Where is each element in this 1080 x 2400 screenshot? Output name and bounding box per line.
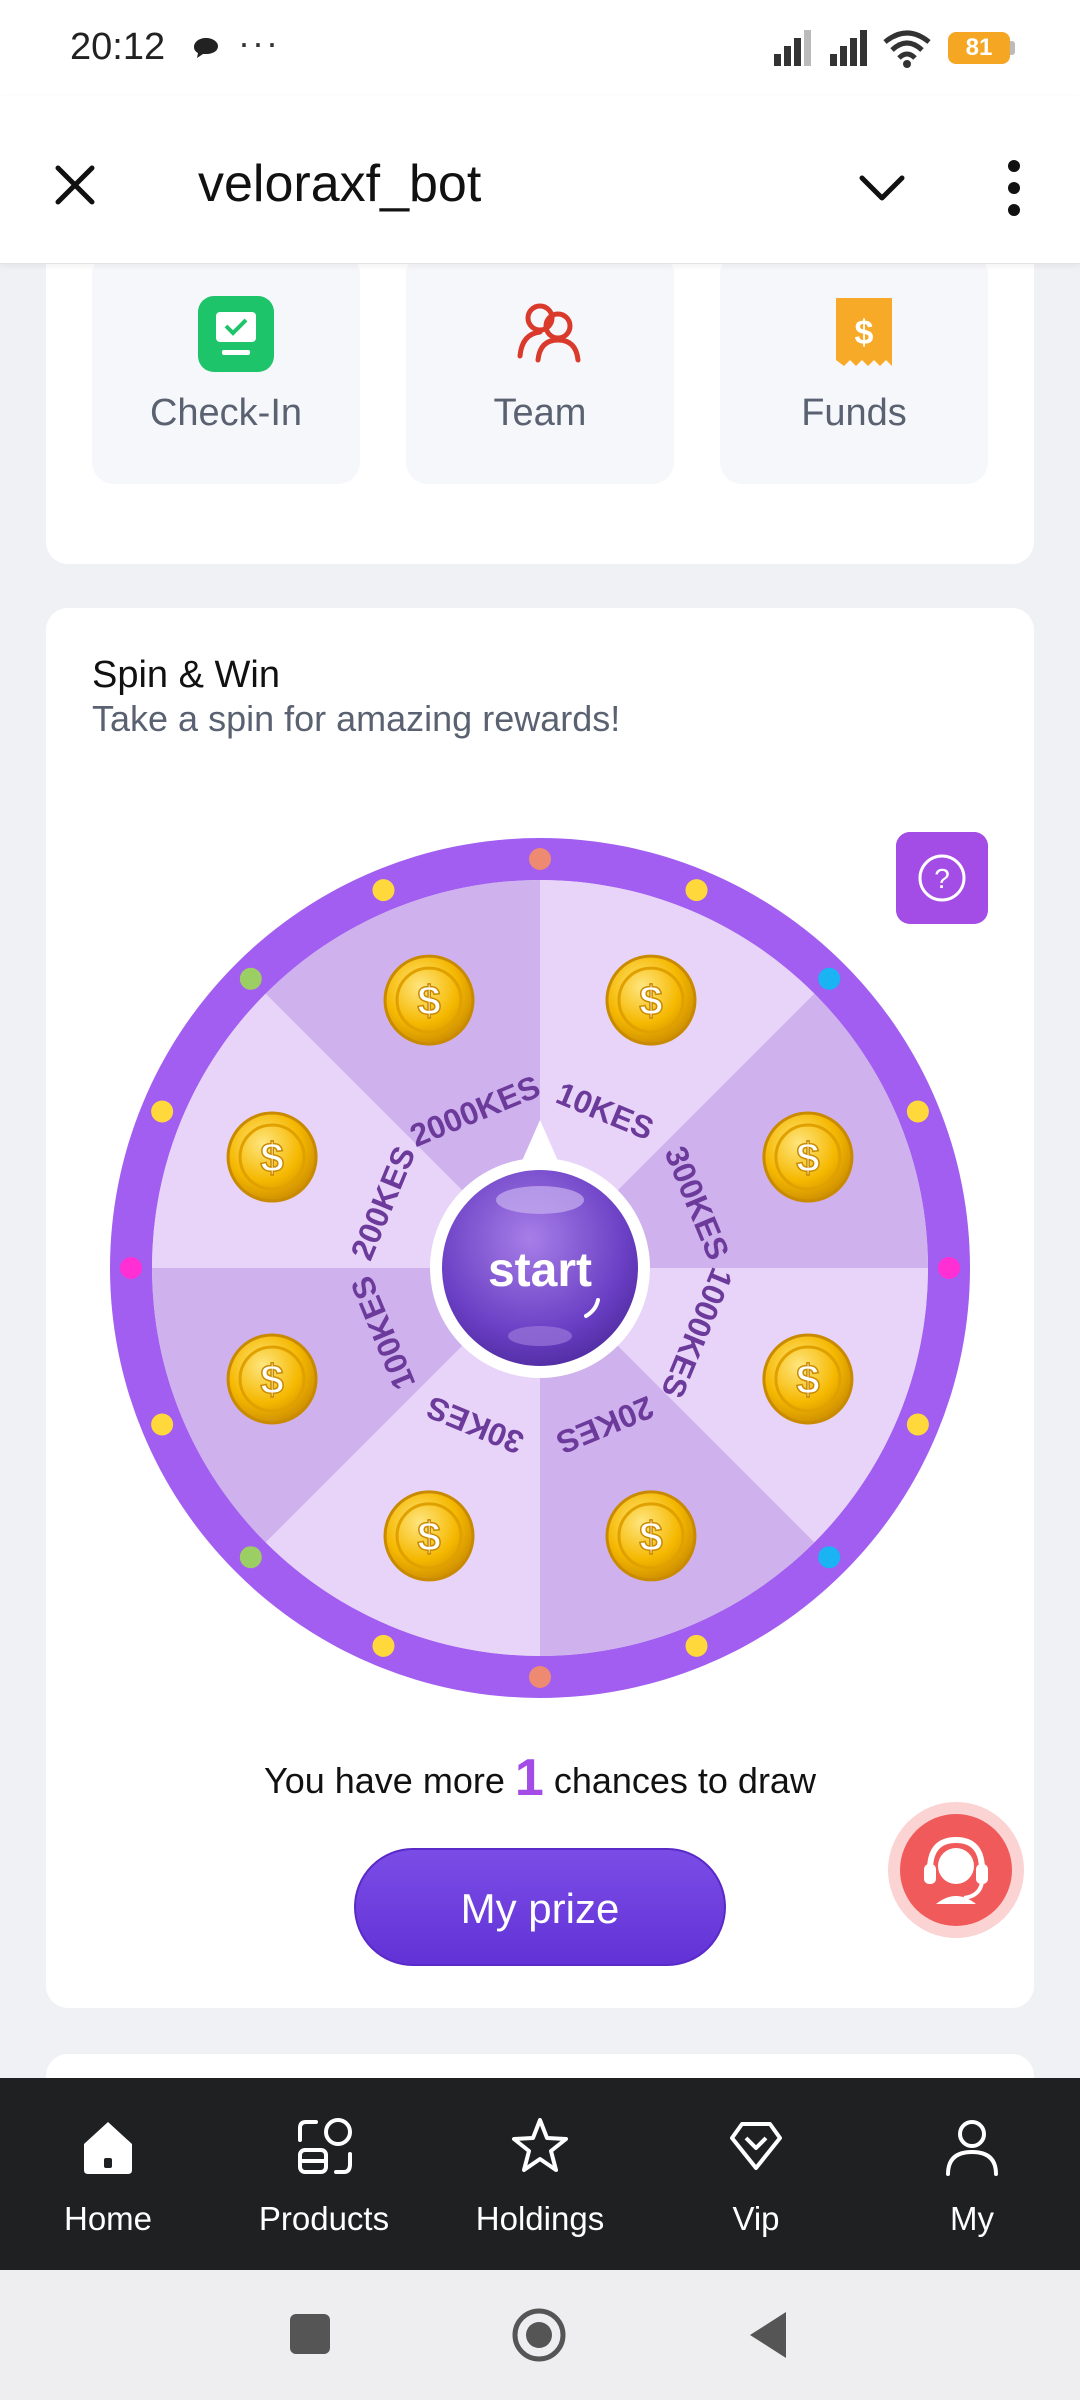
page-title: veloraxf_bot xyxy=(198,155,482,213)
close-icon[interactable] xyxy=(44,154,106,216)
spin-subtitle: Take a spin for amazing rewards! xyxy=(92,698,621,739)
svg-text:$: $ xyxy=(639,1513,662,1560)
nav-home[interactable]: Home xyxy=(0,2078,216,2270)
rim-light xyxy=(685,879,708,902)
coin-icon: $ xyxy=(383,1490,475,1582)
recents-button[interactable] xyxy=(290,2314,330,2354)
rim-light xyxy=(239,1546,262,1569)
user-icon xyxy=(946,2120,998,2176)
rim-light xyxy=(906,1100,929,1123)
nav-home-label: Home xyxy=(63,2200,153,2237)
status-more-dots: ··· xyxy=(238,22,280,63)
funds-label: Funds xyxy=(801,392,907,434)
nav-my-label: My xyxy=(950,2200,994,2237)
products-icon xyxy=(298,2118,352,2174)
system-nav xyxy=(0,2270,1080,2400)
svg-text:$: $ xyxy=(796,1356,819,1403)
nav-my[interactable]: My xyxy=(864,2078,1080,2270)
nav-products[interactable]: Products xyxy=(216,2078,432,2270)
home-button[interactable] xyxy=(510,2306,568,2364)
coin-icon: $ xyxy=(762,1333,854,1425)
battery-indicator: 81 xyxy=(948,32,1010,64)
status-bar: 20:12 ··· 81 xyxy=(0,0,1080,96)
coin-icon: $ xyxy=(605,1490,697,1582)
support-button[interactable] xyxy=(888,1802,1024,1938)
rim-light xyxy=(906,1413,929,1436)
signal-icon xyxy=(830,30,867,66)
back-button[interactable] xyxy=(746,2308,790,2362)
prize-wheel[interactable]: $$$$$$$$ 10KES300KES1000KES20KES30KES100… xyxy=(110,838,970,1698)
status-time: 20:12 xyxy=(70,26,166,68)
svg-text:$: $ xyxy=(639,977,662,1024)
wifi-icon xyxy=(883,30,931,68)
svg-text:$: $ xyxy=(417,1513,440,1560)
rim-light xyxy=(818,1546,841,1569)
rim-light xyxy=(529,848,551,870)
coin-icon: $ xyxy=(226,1111,318,1203)
star-icon xyxy=(512,2118,568,2172)
funds-button[interactable]: $ Funds xyxy=(720,264,988,484)
coin-icon: $ xyxy=(383,954,475,1046)
team-icon xyxy=(517,303,581,363)
team-button[interactable]: Team xyxy=(406,264,674,484)
app-header: veloraxf_bot xyxy=(0,96,1080,264)
nav-vip[interactable]: Vip xyxy=(648,2078,864,2270)
home-icon xyxy=(84,2122,132,2174)
coin-icon: $ xyxy=(605,954,697,1046)
more-options-icon[interactable] xyxy=(998,156,1030,220)
main-content[interactable]: Check-In Team $ Funds Spin & Win Take a … xyxy=(0,264,1080,2078)
nav-holdings-label: Holdings xyxy=(475,2200,605,2237)
coin-icon: $ xyxy=(226,1333,318,1425)
bottom-nav: Home Products Holdings Vip My xyxy=(0,2078,1080,2270)
rim-light xyxy=(818,967,841,990)
start-label[interactable]: start xyxy=(488,1244,592,1297)
check-in-icon xyxy=(198,296,274,372)
message-icon xyxy=(194,38,218,58)
rim-light xyxy=(372,1634,395,1657)
headset-icon xyxy=(924,1836,988,1904)
battery-tip xyxy=(1010,41,1015,55)
svg-text:$: $ xyxy=(260,1134,283,1181)
coin-icon: $ xyxy=(762,1111,854,1203)
diamond-icon xyxy=(730,2122,782,2170)
nav-products-label: Products xyxy=(258,2200,390,2237)
my-prize-button[interactable]: My prize xyxy=(354,1848,726,1966)
chances-suffix: chances to draw xyxy=(553,1760,816,1801)
nav-vip-label: Vip xyxy=(732,2200,780,2237)
next-card xyxy=(46,2054,1034,2078)
rim-light xyxy=(372,879,395,902)
nav-holdings[interactable]: Holdings xyxy=(432,2078,648,2270)
rim-light xyxy=(120,1257,142,1279)
start-shadow xyxy=(508,1326,572,1346)
team-label: Team xyxy=(493,392,587,434)
signal-icon xyxy=(774,30,811,66)
spin-win-card: Spin & Win Take a spin for amazing rewar… xyxy=(46,608,1034,2008)
check-in-button[interactable]: Check-In xyxy=(92,264,360,484)
chevron-down-icon[interactable] xyxy=(852,162,912,212)
rim-light xyxy=(685,1634,708,1657)
rim-light xyxy=(938,1257,960,1279)
rim-light xyxy=(239,967,262,990)
funds-icon: $ xyxy=(836,298,892,366)
chances-prefix: You have more xyxy=(264,1760,505,1801)
start-highlight xyxy=(496,1186,584,1214)
rim-light xyxy=(151,1100,174,1123)
chances-count: 1 xyxy=(514,1749,544,1807)
rim-light xyxy=(151,1413,174,1436)
svg-text:$: $ xyxy=(796,1134,819,1181)
svg-text:$: $ xyxy=(260,1356,283,1403)
spin-title: Spin & Win xyxy=(92,654,280,696)
quick-actions-card: Check-In Team $ Funds xyxy=(46,264,1034,564)
chances-text: You have more 1 chances to draw xyxy=(46,1748,1034,1808)
rim-light xyxy=(529,1666,551,1688)
svg-text:$: $ xyxy=(417,977,440,1024)
svg-text:$: $ xyxy=(855,314,874,352)
check-in-label: Check-In xyxy=(149,392,303,434)
